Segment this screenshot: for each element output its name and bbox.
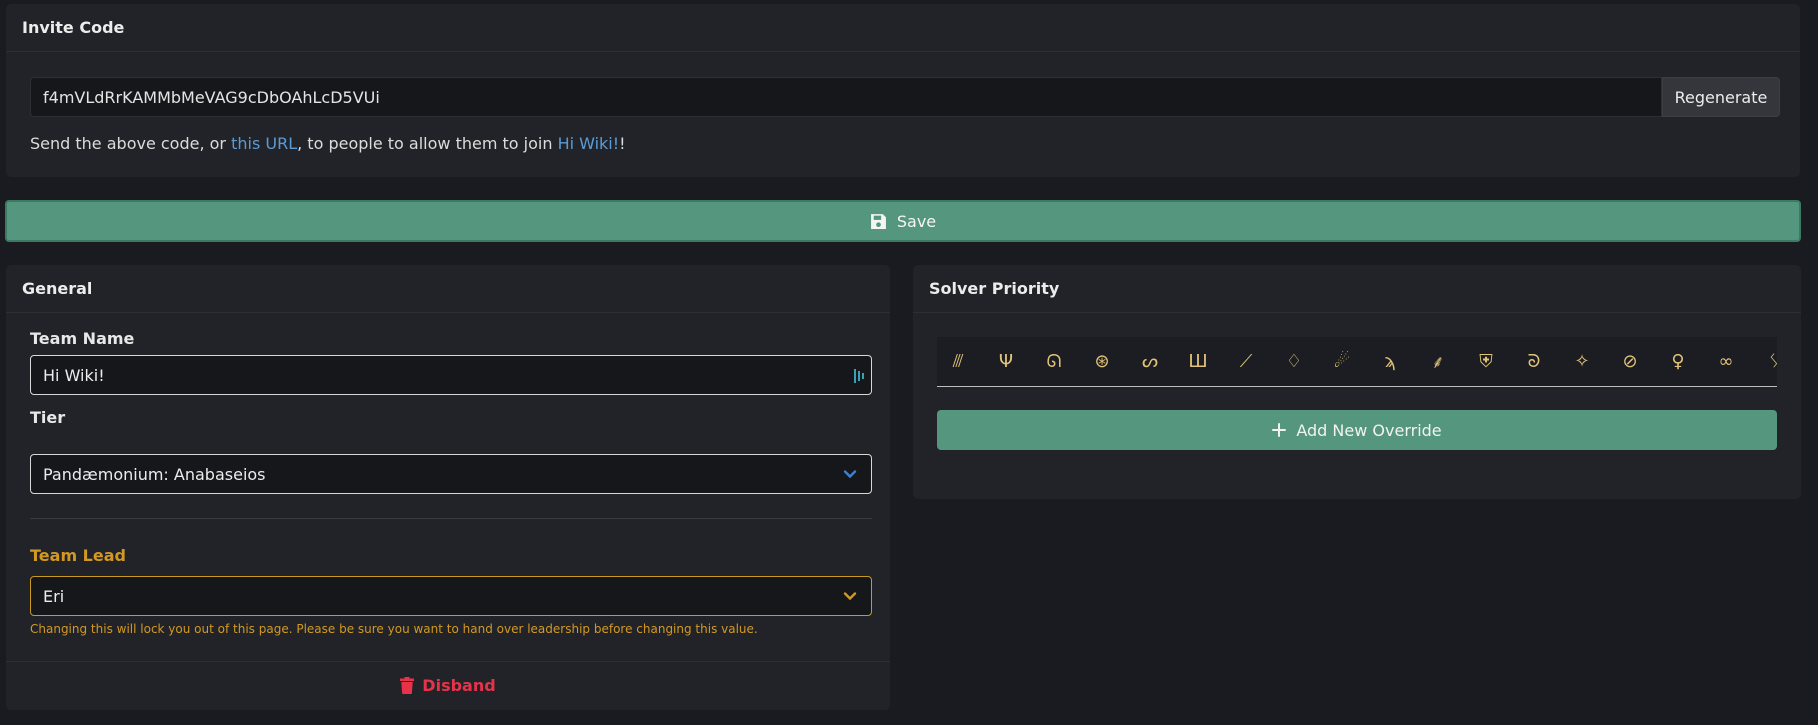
pillar-icon[interactable]: Ш: [1187, 351, 1209, 373]
trident-icon[interactable]: Ψ: [995, 351, 1017, 373]
team-lead-select[interactable]: Eri: [30, 576, 872, 616]
claws-icon[interactable]: ⫻: [947, 351, 969, 373]
partial-icon[interactable]: ᛊ: [1763, 351, 1777, 373]
invite-code-title: Invite Code: [6, 4, 1800, 52]
save-button[interactable]: Save: [5, 200, 1801, 242]
spiral-icon[interactable]: ⊛: [1091, 351, 1113, 373]
dagger-icon[interactable]: ⸙: [1427, 351, 1449, 373]
add-new-override-button[interactable]: Add New Override: [937, 410, 1777, 450]
help-middle: , to people to allow them to join: [297, 134, 558, 153]
flame-icon[interactable]: ☄: [1331, 351, 1353, 373]
team-lead-warning: Changing this will lock you out of this …: [30, 622, 758, 636]
glasses-icon[interactable]: ∞: [1715, 351, 1737, 373]
floppy-disk-icon: [870, 213, 886, 229]
general-title: General: [6, 265, 890, 313]
tier-select[interactable]: Pandæmonium: Anabaseios: [30, 454, 872, 494]
team-link[interactable]: Hi Wiki!: [558, 134, 620, 153]
team-name-label: Team Name: [30, 329, 135, 348]
solver-priority-card: Solver Priority ⫻ Ψ ᘏ ⊛ ᔕ Ш ⟋ ♢ ☄ ϡ ⸙ ⛨ ᘐ ✧ ⊘ ♀ ∞ ᛊ Add N…: [913, 265, 1801, 499]
solver-priority-title: Solver Priority: [913, 265, 1801, 313]
plus-icon: [1272, 423, 1287, 437]
team-name-input[interactable]: Hi Wiki!: [30, 355, 872, 395]
team-lead-value: Eri: [43, 586, 65, 606]
trash-icon: [400, 677, 415, 694]
help-prefix: Send the above code, or: [30, 134, 232, 153]
staff-icon[interactable]: ♀: [1667, 351, 1689, 373]
disband-button[interactable]: Disband: [6, 661, 890, 710]
team-name-value: Hi Wiki!: [43, 365, 105, 385]
chakram-icon[interactable]: ᘐ: [1523, 351, 1545, 373]
job-priority-list: ⫻ Ψ ᘏ ⊛ ᔕ Ш ⟋ ♢ ☄ ϡ ⸙ ⛨ ᘐ ✧ ⊘ ♀ ∞ ᛊ: [937, 337, 1777, 387]
slash-icon[interactable]: ⊘: [1619, 351, 1641, 373]
invite-help-text: Send the above code, or this URL, to peo…: [30, 134, 626, 153]
star-icon[interactable]: ✧: [1571, 351, 1593, 373]
swirl-icon[interactable]: ᘏ: [1043, 351, 1065, 373]
scythe-icon[interactable]: ϡ: [1379, 351, 1401, 373]
invite-code-field[interactable]: f4mVLdRrKAMMbMeVAG9cDbOAhLcD5VUi: [30, 77, 1662, 117]
invite-url-link[interactable]: this URL: [231, 134, 297, 153]
disband-label: Disband: [422, 676, 496, 695]
sword-icon[interactable]: ⟋: [1235, 351, 1257, 373]
section-divider: [30, 518, 872, 519]
save-label: Save: [896, 211, 937, 231]
shield-icon[interactable]: ⛨: [1475, 351, 1497, 373]
regenerate-button[interactable]: Regenerate: [1662, 77, 1780, 117]
chevron-down-icon: [843, 470, 857, 479]
password-manager-icon: [854, 369, 864, 383]
add-override-label: Add New Override: [1296, 420, 1442, 440]
bow-icon[interactable]: ᔕ: [1139, 351, 1161, 373]
general-card: General Team Name Hi Wiki! Tier Pandæmon…: [6, 265, 890, 710]
invite-code-card: Invite Code f4mVLdRrKAMMbMeVAG9cDbOAhLcD…: [6, 4, 1800, 177]
invite-code-row: f4mVLdRrKAMMbMeVAG9cDbOAhLcD5VUi Regener…: [30, 77, 1780, 117]
help-suffix: !: [619, 134, 626, 153]
tier-value: Pandæmonium: Anabaseios: [43, 464, 266, 484]
diamond-icon[interactable]: ♢: [1283, 351, 1305, 373]
chevron-down-icon: [843, 592, 857, 601]
team-lead-label: Team Lead: [30, 546, 126, 565]
tier-label: Tier: [30, 408, 66, 427]
